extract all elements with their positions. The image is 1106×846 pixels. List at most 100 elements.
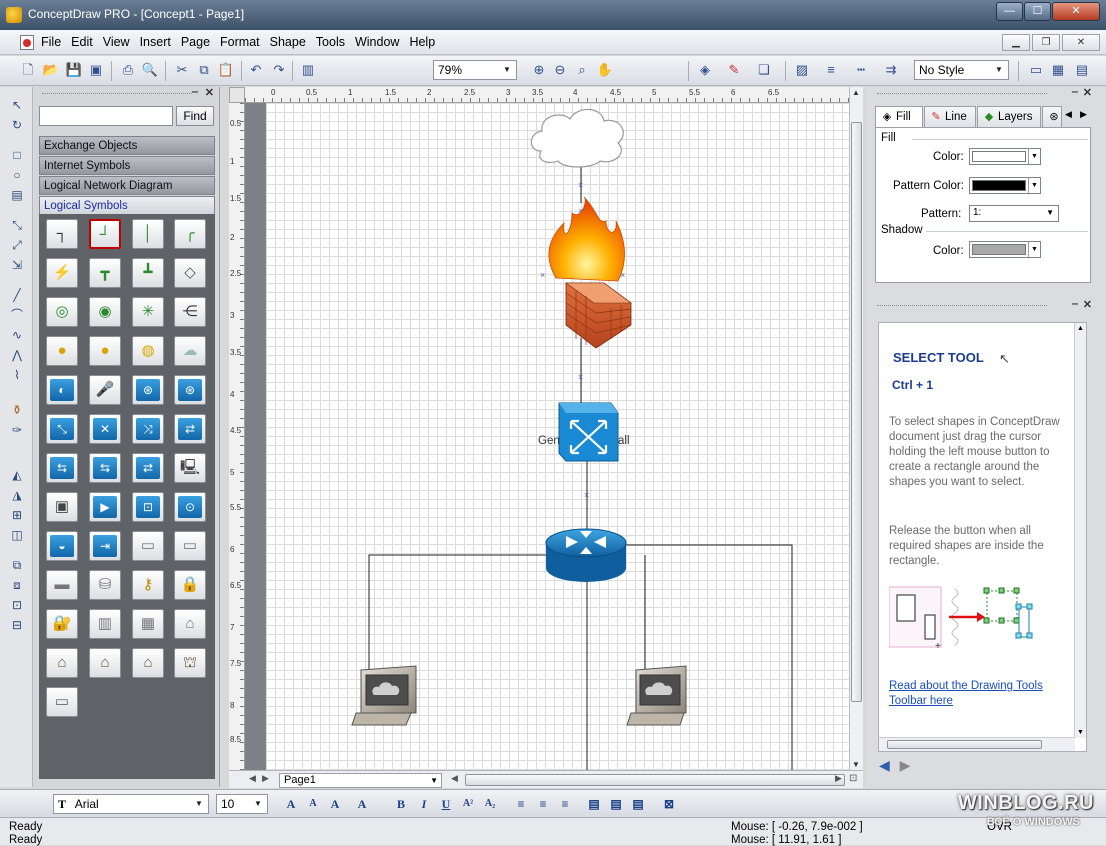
style-select[interactable]: No Style ▼	[914, 60, 1009, 80]
shape-switch-diag[interactable]: ⤡	[46, 414, 78, 444]
tab-scroll-right-icon[interactable]: ▶	[1080, 109, 1087, 120]
lock-icon[interactable]: 🔒	[174, 570, 206, 600]
text-color-icon[interactable]: A	[327, 796, 343, 812]
menu-edit[interactable]: Edit	[70, 35, 94, 49]
shape-star-topology[interactable]: ✳	[132, 297, 164, 327]
valign-bottom-icon[interactable]: ▤	[630, 796, 646, 812]
table-icon[interactable]: ▤	[1073, 61, 1091, 79]
shape-house-2[interactable]: ⌂	[89, 648, 121, 678]
pattern-select[interactable]: 1: ▼	[969, 205, 1059, 222]
next-page-icon[interactable]: ▶	[262, 773, 269, 784]
hatch-icon[interactable]: ▨	[793, 61, 811, 79]
back-arrow-icon[interactable]: ◀	[879, 757, 890, 773]
forward-arrow-icon[interactable]: ▶	[900, 757, 911, 773]
panel-pin-icon[interactable]: ‒	[1072, 298, 1078, 310]
menu-format[interactable]: Format	[219, 35, 261, 49]
shape-bus-ring[interactable]: ┻	[132, 258, 164, 288]
drawing-area[interactable]: × × × × × × Gen all	[245, 103, 849, 770]
shape-connector-curved[interactable]: ╭	[174, 219, 206, 249]
tab-layers[interactable]: ◆ Layers	[977, 106, 1041, 127]
ruler-icon[interactable]: ▭	[1027, 61, 1045, 79]
doc-minimize-button[interactable]: ▁	[1002, 34, 1030, 51]
shape-concentrator[interactable]: ⊡	[132, 492, 164, 522]
key-icon[interactable]: ⚷	[132, 570, 164, 600]
shape-tape-drive[interactable]: ▬	[46, 570, 78, 600]
scroll-left-icon[interactable]: ◀	[451, 773, 458, 784]
shape-house-3[interactable]: ⌂	[132, 648, 164, 678]
fill-color-picker[interactable]: ▼	[969, 148, 1041, 165]
tab-more[interactable]: ⊛	[1042, 106, 1062, 127]
minimize-button[interactable]: —	[996, 2, 1023, 21]
doc-restore-button[interactable]: ❐	[1032, 34, 1060, 51]
connector-tool-icon[interactable]: ⤡	[9, 217, 25, 233]
drawing-tools-help-link[interactable]: Read about the Drawing Tools Toolbar her…	[889, 679, 1069, 709]
shape-multiplexer[interactable]: ⊙	[174, 492, 206, 522]
library-books-icon[interactable]: ▥	[299, 61, 317, 79]
panel-close-icon[interactable]: ✕	[205, 86, 214, 99]
arc-tool-icon[interactable]: ⌒	[9, 307, 25, 323]
copy-icon[interactable]: ⧉	[195, 61, 213, 79]
stamp-tool-icon[interactable]: ⚱	[9, 402, 25, 418]
cut-icon[interactable]: ✂	[173, 61, 191, 79]
shape-secure-server[interactable]: 🔐	[46, 609, 78, 639]
select-tool-icon[interactable]: ↖	[9, 97, 25, 113]
prev-page-icon[interactable]: ◀	[249, 773, 256, 784]
undo-icon[interactable]: ↶	[247, 61, 265, 79]
shape-bus-vehicle[interactable]: ▭	[46, 687, 78, 717]
menu-insert[interactable]: Insert	[139, 35, 172, 49]
arrange-icon[interactable]: ⊡	[9, 597, 25, 613]
shape-yellow-link-1[interactable]: ●	[46, 336, 78, 366]
library-category[interactable]: Internet Symbols	[39, 156, 215, 175]
zoom-select[interactable]: 79% ▼	[433, 60, 517, 80]
subscript-icon[interactable]: A₂	[482, 796, 498, 812]
line-arrows-icon[interactable]: ⇉	[882, 61, 900, 79]
shape-connector-angled[interactable]: ┐	[46, 219, 78, 249]
shape-lightning[interactable]: ⚡	[46, 258, 78, 288]
bezier-tool-icon[interactable]: ∿	[9, 327, 25, 343]
panel-close-icon[interactable]: ✕	[1083, 86, 1092, 99]
library-category[interactable]: Logical Network Diagram	[39, 176, 215, 195]
network-diagram[interactable]: × × × × × × Gen all	[266, 103, 849, 770]
menu-page[interactable]: Page	[180, 35, 211, 49]
menu-window[interactable]: Window	[354, 35, 400, 49]
panel-pin-icon[interactable]: ‒	[1072, 86, 1078, 98]
shape-hub[interactable]: ⇆	[89, 453, 121, 483]
shape-cloud[interactable]: ☁	[174, 336, 206, 366]
flip-horizontal-icon[interactable]: ◮	[9, 487, 25, 503]
shape-building-block[interactable]: ▦	[132, 609, 164, 639]
italic-icon[interactable]: I	[416, 796, 432, 812]
shape-diamond-node[interactable]: ◇	[174, 258, 206, 288]
menu-help[interactable]: Help	[408, 35, 436, 49]
fill-bucket-icon[interactable]: ◈	[696, 61, 714, 79]
zoom-out-icon[interactable]: ⊖	[551, 61, 569, 79]
shape-microphone[interactable]: 🎤	[89, 375, 121, 405]
scroll-right-icon[interactable]: ▶	[835, 773, 842, 784]
shape-token-ring[interactable]: ◉	[89, 297, 121, 327]
bold-icon[interactable]: B	[393, 796, 409, 812]
align-icon[interactable]: ⊞	[9, 507, 25, 523]
switch-shape[interactable]	[558, 402, 619, 462]
shape-phone-bank[interactable]: ▥	[89, 609, 121, 639]
library-search-input[interactable]	[39, 106, 173, 126]
panel-pin-icon[interactable]: ‒	[192, 86, 198, 98]
shape-switch-cross[interactable]: ✕	[89, 414, 121, 444]
new-document-icon[interactable]: 🗋	[19, 61, 37, 79]
cloud-shape[interactable]	[530, 108, 624, 168]
shape-shop[interactable]: ⌂	[174, 609, 206, 639]
font-select[interactable]: T Arial ▼	[53, 794, 209, 814]
align-right-icon[interactable]: ≡	[557, 796, 573, 812]
redo-icon[interactable]: ↷	[270, 61, 288, 79]
shape-bus[interactable]: ┳	[89, 258, 121, 288]
line-tool-icon[interactable]: ╱	[9, 287, 25, 303]
menu-file[interactable]: File	[40, 35, 62, 49]
valign-top-icon[interactable]: ▤	[586, 796, 602, 812]
scroll-up-icon[interactable]: ▲	[852, 88, 860, 97]
maximize-button[interactable]: ☐	[1024, 2, 1051, 21]
open-folder-icon[interactable]: 📂	[42, 61, 60, 79]
close-button[interactable]: ✕	[1052, 2, 1100, 21]
scroll-thumb[interactable]	[887, 740, 1042, 749]
rectangle-tool-icon[interactable]: □	[9, 147, 25, 163]
tab-scroll-left-icon[interactable]: ◀	[1065, 109, 1072, 120]
valign-middle-icon[interactable]: ▤	[608, 796, 624, 812]
text-tool-icon[interactable]: ▤	[9, 187, 25, 203]
